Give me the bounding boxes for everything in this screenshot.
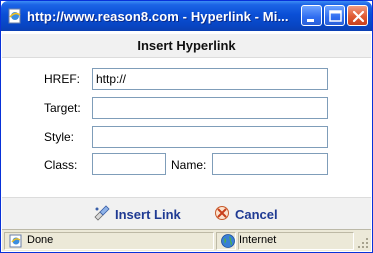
ie-page-icon (7, 8, 23, 24)
class-label: Class: (44, 158, 78, 172)
popup-window: http://www.reason8.com - Hyperlink - Mi.… (0, 0, 373, 253)
href-input[interactable] (92, 68, 328, 90)
style-input[interactable] (92, 126, 328, 148)
minimize-button[interactable] (301, 5, 322, 26)
target-label: Target: (44, 101, 81, 115)
insert-link-icon (93, 204, 111, 224)
page-done-icon (8, 233, 24, 252)
dialog-footer: Insert Link Cancel (2, 197, 371, 229)
class-input[interactable] (92, 153, 166, 175)
name-input[interactable] (212, 153, 328, 175)
title-bar[interactable]: http://www.reason8.com - Hyperlink - Mi.… (1, 1, 372, 31)
style-label: Style: (44, 130, 75, 144)
cancel-button[interactable]: Cancel (213, 204, 278, 224)
status-text: Done (27, 234, 54, 246)
close-icon (352, 10, 365, 23)
target-input[interactable] (92, 97, 328, 119)
globe-icon (220, 233, 236, 252)
minimize-icon (307, 19, 314, 22)
name-label: Name: (171, 158, 207, 172)
window-title: http://www.reason8.com - Hyperlink - Mi.… (27, 9, 289, 24)
dialog-heading: Insert Hyperlink (2, 34, 371, 58)
cancel-icon (213, 205, 231, 224)
maximize-icon (329, 10, 342, 22)
zone-text: Internet (239, 234, 277, 246)
close-button[interactable] (347, 5, 368, 26)
status-bar: Done Internet (2, 229, 371, 251)
insert-link-label: Insert Link (115, 206, 181, 222)
insert-link-button[interactable]: Insert Link (93, 204, 181, 224)
maximize-button[interactable] (324, 5, 345, 26)
cancel-label: Cancel (235, 206, 278, 222)
href-label: HREF: (44, 72, 80, 86)
resize-grip-icon[interactable] (357, 237, 369, 249)
